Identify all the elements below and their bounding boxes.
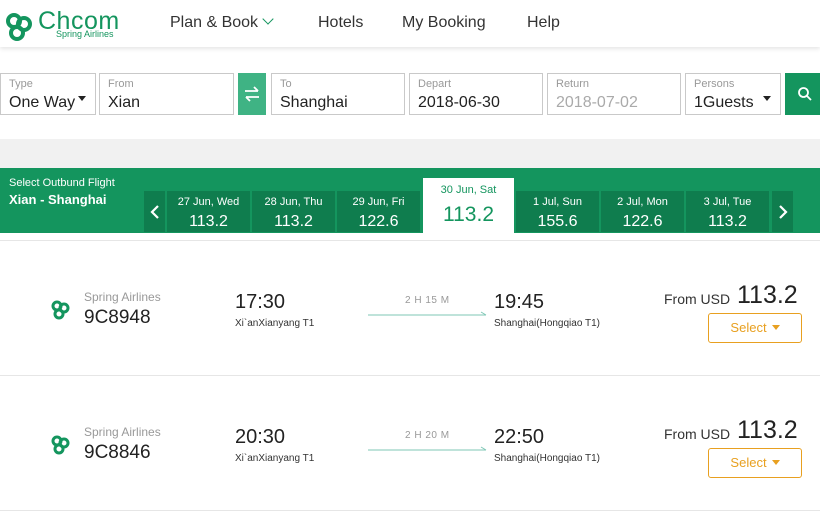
spring-airlines-logo-icon	[51, 300, 70, 320]
flight-price: 113.2	[737, 281, 798, 309]
outbound-route: Xian - Shanghai	[9, 192, 107, 207]
spring-airlines-logo-icon	[51, 435, 70, 455]
duration-arrow-icon	[368, 311, 487, 316]
flight-number: 9C8948	[84, 307, 151, 328]
flight-duration: 2 H 20 M	[405, 430, 450, 441]
chevron-down-icon	[262, 13, 274, 25]
date-option-date: 27 Jun, Wed	[177, 196, 240, 208]
persons-label: Persons	[694, 78, 735, 90]
price-from-label: From USD	[664, 291, 731, 307]
trip-type-value: One Way	[9, 94, 76, 111]
search-icon	[798, 87, 812, 101]
price-from-label: From USD	[664, 426, 731, 442]
swap-cities-button[interactable]	[238, 73, 266, 115]
caret-down-icon	[78, 96, 86, 101]
caret-down-icon	[771, 325, 780, 330]
date-option-price: 155.6	[537, 213, 578, 230]
trip-type-label: Type	[9, 78, 33, 90]
depart-value: 2018-06-30	[418, 94, 500, 111]
departure-airport: Xi`anXianyang T1	[235, 453, 315, 464]
date-option-date: 1 Jul, Sun	[533, 196, 582, 208]
return-date-field[interactable]: Return 2018-07-02	[547, 73, 681, 115]
select-flight-label: Select	[730, 455, 767, 470]
from-field[interactable]: From Xian	[99, 73, 234, 115]
chevron-right-icon	[778, 204, 788, 219]
date-option-selected[interactable]: 30 Jun, Sat 113.2	[423, 178, 514, 234]
flight-card: Spring Airlines 9C8846 20:30 Xi`anXianya…	[0, 375, 820, 511]
departure-time: 20:30	[235, 426, 286, 448]
date-option-date: 30 Jun, Sat	[440, 184, 497, 196]
return-value: 2018-07-02	[556, 94, 638, 111]
nav-my-booking[interactable]: My Booking	[402, 13, 486, 33]
date-option-price: 113.2	[443, 203, 494, 226]
date-option-price: 113.2	[189, 213, 228, 230]
airline-name: Spring Airlines	[84, 290, 161, 304]
spring-airlines-logo-icon	[6, 13, 32, 41]
arrival-time: 19:45	[494, 291, 545, 313]
flight-duration: 2 H 15 M	[405, 295, 450, 306]
to-field[interactable]: To Shanghai	[271, 73, 405, 115]
date-option-date: 2 Jul, Mon	[617, 196, 668, 208]
return-label: Return	[556, 78, 590, 90]
date-option[interactable]: 2 Jul, Mon 122.6	[601, 191, 684, 232]
departure-airport: Xi`anXianyang T1	[235, 318, 315, 329]
outbound-title: Select Outbund Flight	[9, 177, 115, 189]
flight-search-bar: Type One Way From Xian To Shanghai Depar…	[0, 47, 820, 139]
select-flight-button[interactable]: Select	[708, 448, 802, 478]
brand-subtitle: Spring Airlines	[56, 29, 114, 39]
date-option-date: 28 Jun, Thu	[264, 196, 323, 208]
caret-down-icon	[771, 460, 780, 465]
select-flight-button[interactable]: Select	[708, 313, 802, 343]
date-option[interactable]: 27 Jun, Wed 113.2	[167, 191, 250, 232]
trip-type-select[interactable]: Type One Way	[0, 73, 96, 115]
date-option[interactable]: 1 Jul, Sun 155.6	[516, 191, 599, 232]
chevron-left-icon	[149, 204, 159, 219]
date-option-date: 3 Jul, Tue	[703, 196, 752, 208]
to-value: Shanghai	[280, 94, 348, 111]
date-option-price: 113.2	[708, 213, 747, 230]
to-label: To	[280, 78, 292, 90]
nav-plan-and-book[interactable]: Plan & Book	[170, 13, 274, 33]
arrival-airport: Shanghai(Hongqiao T1)	[494, 453, 601, 464]
date-option-date: 29 Jun, Fri	[352, 196, 405, 208]
arrival-airport: Shanghai(Hongqiao T1)	[494, 318, 601, 329]
departure-time: 17:30	[235, 291, 286, 313]
brand-logo[interactable]: Chcom Spring Airlines	[4, 8, 144, 42]
next-dates-button[interactable]	[772, 191, 793, 232]
outbound-date-bar: Select Outbund Flight Xian - Shanghai 27…	[0, 168, 820, 234]
nav-plan-and-book-label: Plan & Book	[170, 14, 259, 31]
persons-value: 1Guests	[694, 94, 754, 111]
nav-hotels[interactable]: Hotels	[318, 13, 363, 33]
swap-arrows-icon	[245, 86, 259, 102]
date-option-price: 122.6	[622, 213, 663, 230]
date-option-price: 113.2	[274, 213, 313, 230]
previous-dates-button[interactable]	[144, 191, 165, 232]
arrival-time: 22:50	[494, 426, 545, 448]
airline-name: Spring Airlines	[84, 425, 161, 439]
flight-number: 9C8846	[84, 442, 151, 463]
from-label: From	[108, 78, 134, 90]
depart-date-field[interactable]: Depart 2018-06-30	[409, 73, 543, 115]
caret-down-icon	[763, 96, 771, 101]
top-navigation: Chcom Spring Airlines Plan & Book Hotels…	[0, 0, 820, 47]
persons-select[interactable]: Persons 1Guests	[685, 73, 781, 115]
flight-price: 113.2	[737, 416, 798, 444]
depart-label: Depart	[418, 78, 452, 90]
separator-band	[0, 139, 820, 168]
date-option[interactable]: 29 Jun, Fri 122.6	[337, 191, 420, 232]
date-option[interactable]: 3 Jul, Tue 113.2	[686, 191, 769, 232]
search-button[interactable]	[785, 73, 820, 115]
date-option[interactable]: 28 Jun, Thu 113.2	[252, 191, 335, 232]
select-flight-label: Select	[730, 320, 767, 335]
from-value: Xian	[108, 94, 141, 111]
duration-arrow-icon	[368, 446, 487, 451]
date-option-price: 122.6	[358, 213, 399, 230]
flight-results-list: Spring Airlines 9C8948 17:30 Xi`anXianya…	[0, 240, 820, 520]
nav-help[interactable]: Help	[527, 13, 560, 33]
flight-card: Spring Airlines 9C8948 17:30 Xi`anXianya…	[0, 240, 820, 376]
